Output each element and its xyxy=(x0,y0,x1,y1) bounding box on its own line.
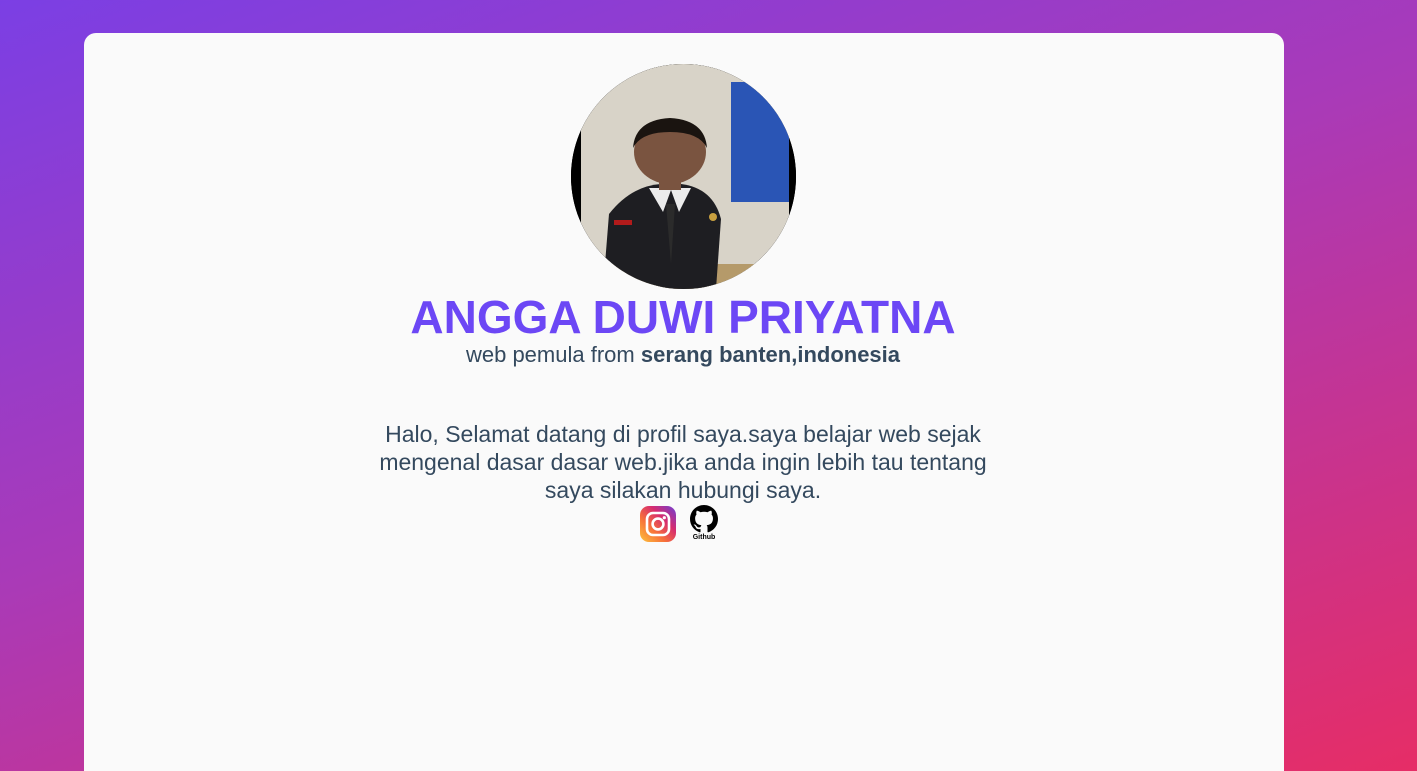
profile-name: ANGGA DUWI PRIYATNA xyxy=(410,291,956,343)
profile-card: ANGGA DUWI PRIYATNA web pemula from sera… xyxy=(84,33,1284,771)
tagline-location: serang banten,indonesia xyxy=(640,342,901,367)
profile-photo xyxy=(571,64,796,289)
profile-bio: Halo, Selamat datang di profil saya.saya… xyxy=(379,421,987,503)
github-link[interactable]: Github xyxy=(689,505,719,542)
instagram-link[interactable] xyxy=(639,505,677,543)
profile-tagline: web pemula from serang banten,indonesia xyxy=(84,342,1282,368)
github-label: Github xyxy=(692,534,716,541)
social-links: Github xyxy=(639,505,719,545)
instagram-icon xyxy=(640,506,676,542)
github-icon xyxy=(690,505,718,533)
profile-photo-image xyxy=(571,64,796,289)
tagline-prefix: web pemula from xyxy=(465,342,635,367)
